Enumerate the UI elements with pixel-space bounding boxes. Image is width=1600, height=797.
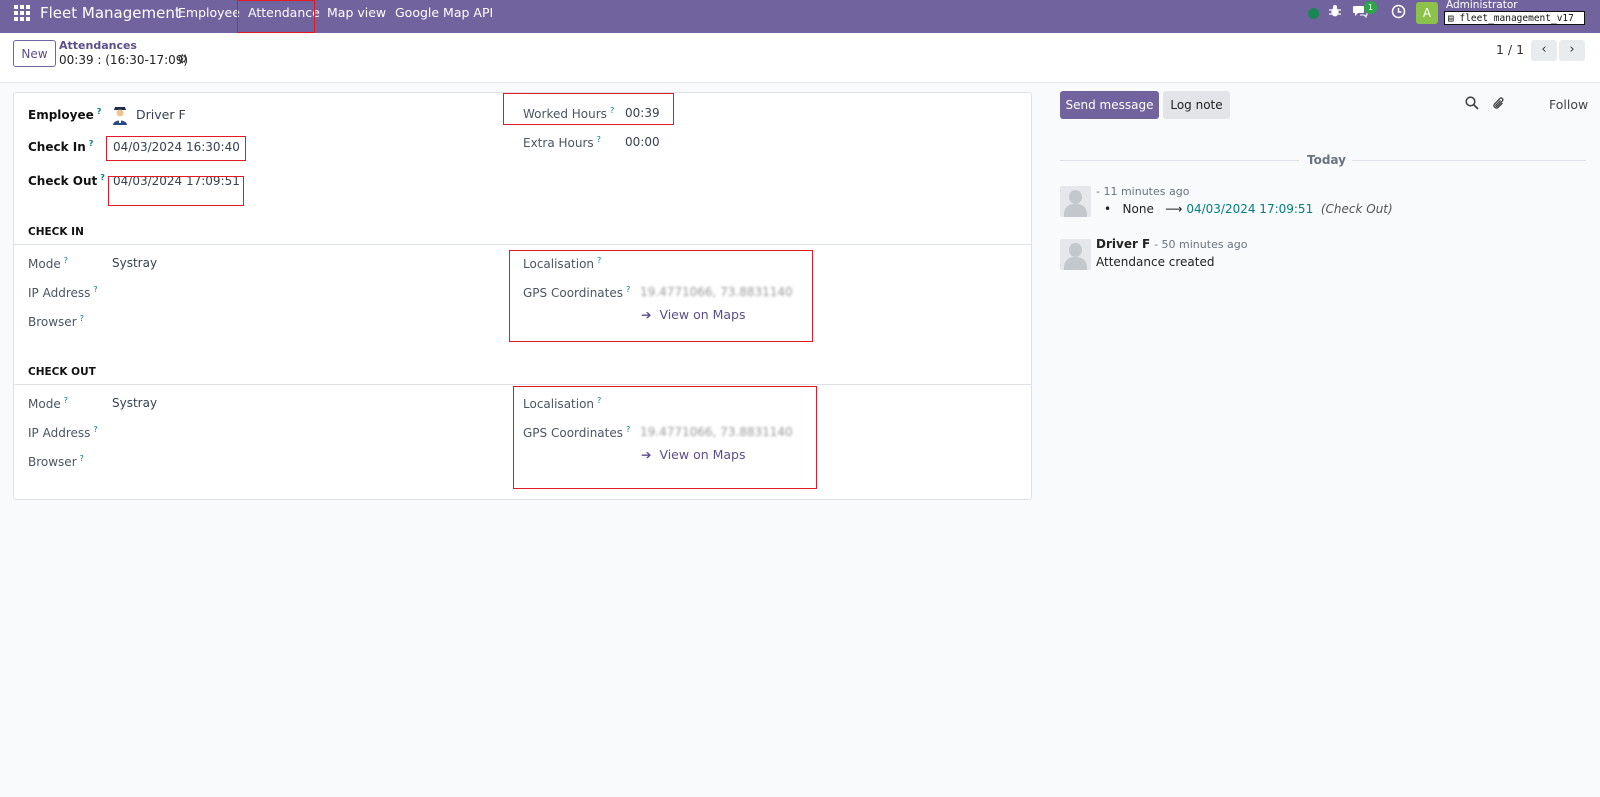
message-header: Driver F - 50 minutes ago xyxy=(1096,237,1248,251)
check-out-browser-label: Browser? xyxy=(28,454,84,469)
debug-bug-icon[interactable] xyxy=(1328,4,1342,22)
section-divider xyxy=(14,384,1031,385)
section-divider xyxy=(14,244,1031,245)
employee-label: Employee? xyxy=(28,107,102,122)
help-icon: ? xyxy=(93,285,98,294)
check-out-label: Check Out? xyxy=(28,173,105,188)
app-menu-icon[interactable] xyxy=(14,5,30,21)
app-brand[interactable]: Fleet Management xyxy=(40,4,181,22)
message-avatar[interactable] xyxy=(1060,239,1091,270)
pager-next-icon[interactable]: › xyxy=(1559,40,1585,61)
check-in-mode-value: Systray xyxy=(112,256,158,270)
activity-clock-icon[interactable] xyxy=(1391,4,1406,23)
check-out-mode-value: Systray xyxy=(112,396,158,410)
extra-hours-value: 00:00 xyxy=(625,135,660,149)
check-in-ip-label: IP Address? xyxy=(28,285,98,300)
pager-previous-icon[interactable]: ‹ xyxy=(1531,40,1557,61)
message-body: Attendance created xyxy=(1096,255,1215,269)
highlight-box-check-in-localisation xyxy=(509,250,813,342)
check-in-section-title: CHECK IN xyxy=(28,226,84,238)
user-avatar[interactable]: A xyxy=(1416,2,1438,24)
check-out-ip-label: IP Address? xyxy=(28,425,98,440)
check-out-section-title: CHECK OUT xyxy=(28,366,96,378)
tracking-new-value: 04/03/2024 17:09:51 xyxy=(1186,202,1314,216)
message-count-badge: 1 xyxy=(1364,1,1377,14)
help-icon: ? xyxy=(63,396,68,405)
highlight-box-attendance-menu xyxy=(237,0,315,33)
message-time: - 50 minutes ago xyxy=(1154,238,1248,251)
paperclip-icon[interactable] xyxy=(1492,96,1506,115)
menu-map-view[interactable]: Map view xyxy=(327,5,386,20)
search-icon[interactable] xyxy=(1465,96,1479,114)
tracking-old-value: None xyxy=(1122,202,1154,216)
menu-google-map-api[interactable]: Google Map API xyxy=(395,5,493,20)
user-name[interactable]: Administrator xyxy=(1446,0,1518,11)
extra-hours-label: Extra Hours? xyxy=(523,135,601,150)
highlight-box-worked-hours xyxy=(503,93,674,125)
tracking-field-name: (Check Out) xyxy=(1320,202,1393,216)
database-icon: ▤ xyxy=(1448,13,1454,24)
help-icon: ? xyxy=(79,454,84,463)
highlight-box-check-out-localisation xyxy=(513,386,817,489)
bullet: • xyxy=(1104,202,1112,216)
send-message-button[interactable]: Send message xyxy=(1060,91,1159,119)
help-icon: ? xyxy=(79,314,84,323)
gear-icon[interactable]: ⚙ xyxy=(177,52,188,66)
message-avatar[interactable] xyxy=(1060,186,1091,217)
highlight-box-check-out xyxy=(108,176,244,206)
date-divider xyxy=(1352,160,1586,161)
check-out-mode-label: Mode? xyxy=(28,396,68,411)
message-author[interactable]: Driver F xyxy=(1096,237,1150,251)
help-icon: ? xyxy=(96,107,102,116)
breadcrumb-current: 00:39 : (16:30-17:09) xyxy=(59,53,189,67)
menu-employee[interactable]: Employee xyxy=(178,5,240,20)
log-note-button[interactable]: Log note xyxy=(1163,91,1230,119)
check-in-mode-label: Mode? xyxy=(28,256,68,271)
date-separator: Today xyxy=(1307,153,1346,167)
check-in-browser-label: Browser? xyxy=(28,314,84,329)
help-icon: ? xyxy=(100,173,105,182)
employee-avatar-icon xyxy=(111,105,129,128)
new-button[interactable]: New xyxy=(13,40,56,67)
message-time: - 11 minutes ago xyxy=(1096,185,1190,198)
pager-value[interactable]: 1 / 1 xyxy=(1496,42,1524,57)
help-icon: ? xyxy=(88,139,94,148)
help-icon: ? xyxy=(63,256,68,265)
date-divider xyxy=(1060,160,1299,161)
tracking-value-row: • None ⟶ 04/03/2024 17:09:51 (Check Out) xyxy=(1104,202,1393,216)
check-in-label: Check In? xyxy=(28,139,94,154)
help-icon: ? xyxy=(93,425,98,434)
breadcrumb-parent[interactable]: Attendances xyxy=(59,39,137,52)
follow-button[interactable]: Follow xyxy=(1549,97,1588,112)
presence-status-icon[interactable] xyxy=(1308,8,1319,19)
help-icon: ? xyxy=(596,135,601,144)
employee-value[interactable]: Driver F xyxy=(136,107,186,122)
tracking-arrow-icon: ⟶ xyxy=(1165,202,1183,216)
highlight-box-check-in xyxy=(106,136,246,161)
control-panel: New Attendances 00:39 : (16:30-17:09) ⚙ … xyxy=(0,33,1600,83)
database-name: ▤ fleet_management_v17 xyxy=(1444,11,1585,25)
